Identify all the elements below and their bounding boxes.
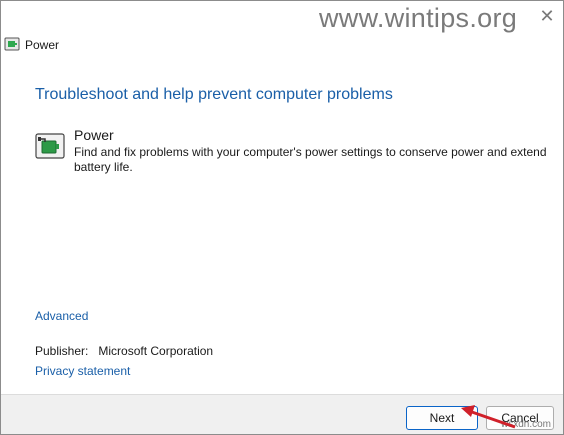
advanced-link[interactable]: Advanced xyxy=(35,309,88,323)
window-title: Power xyxy=(25,38,60,52)
page-heading: Troubleshoot and help prevent computer p… xyxy=(35,86,393,103)
item-title: Power xyxy=(74,127,114,143)
close-button[interactable]: ✕ xyxy=(535,4,559,28)
publisher-label: Publisher: xyxy=(35,344,89,358)
publisher-row: Publisher: Microsoft Corporation xyxy=(35,344,213,358)
title-bar: www.wintips.org ✕ xyxy=(1,1,563,33)
power-troubleshooter-icon xyxy=(4,37,20,51)
battery-plug-icon xyxy=(35,133,65,159)
privacy-statement-link[interactable]: Privacy statement xyxy=(35,364,130,378)
footer-bar: Next Cancel wsxdn.com xyxy=(1,394,563,434)
watermark-text: www.wintips.org xyxy=(319,3,518,33)
troubleshooter-window: www.wintips.org ✕ Power Troubleshoot and… xyxy=(0,0,564,435)
publisher-value: Microsoft Corporation xyxy=(98,344,214,358)
item-description: Find and fix problems with your computer… xyxy=(74,145,547,174)
pointer-arrow-icon xyxy=(461,405,516,429)
